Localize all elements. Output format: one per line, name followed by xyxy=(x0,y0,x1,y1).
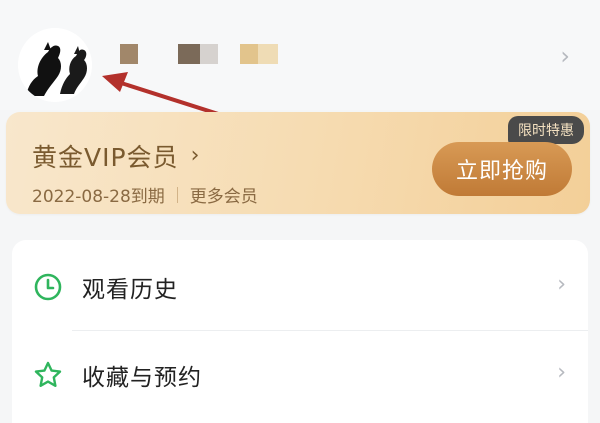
username-mosaic-block xyxy=(178,44,200,64)
divider xyxy=(176,186,178,203)
menu-card: 观看历史 › 收藏与预约 › xyxy=(12,240,588,423)
chevron-right-icon: › xyxy=(557,272,566,297)
avatar-cat-icon xyxy=(18,28,92,102)
username-mosaic-block xyxy=(240,44,258,64)
vip-title-link[interactable]: 黄金VIP会员 › xyxy=(32,138,199,174)
menu-item-label: 观看历史 xyxy=(82,277,178,303)
avatar[interactable] xyxy=(18,28,92,102)
username-mosaic-block xyxy=(120,44,138,64)
vip-subline: 2022-08-28到期 更多会员 xyxy=(32,182,258,207)
limited-offer-badge: 限时特惠 xyxy=(508,116,584,144)
vip-title: 黄金VIP会员 xyxy=(32,143,179,172)
vip-card[interactable]: 黄金VIP会员 › 2022-08-28到期 更多会员 限时特惠 立即抢购 xyxy=(6,112,590,214)
buy-now-button[interactable]: 立即抢购 xyxy=(432,142,572,196)
profile-header[interactable]: › xyxy=(0,0,600,110)
chevron-right-icon[interactable]: › xyxy=(560,44,570,68)
divider xyxy=(72,330,588,331)
menu-item-favorites[interactable]: 收藏与预约 › xyxy=(12,332,588,418)
menu-item-watch-history[interactable]: 观看历史 › xyxy=(12,244,588,330)
menu-item-label: 收藏与预约 xyxy=(82,365,202,391)
chevron-right-icon: › xyxy=(190,143,200,168)
username-mosaic-block xyxy=(200,44,218,64)
chevron-right-icon: › xyxy=(557,360,566,385)
more-vip-link[interactable]: 更多会员 xyxy=(190,182,258,207)
username-mosaic-block xyxy=(258,44,278,64)
vip-expiry: 2022-08-28到期 xyxy=(32,187,165,207)
clock-icon xyxy=(34,273,62,301)
star-icon xyxy=(34,361,62,387)
